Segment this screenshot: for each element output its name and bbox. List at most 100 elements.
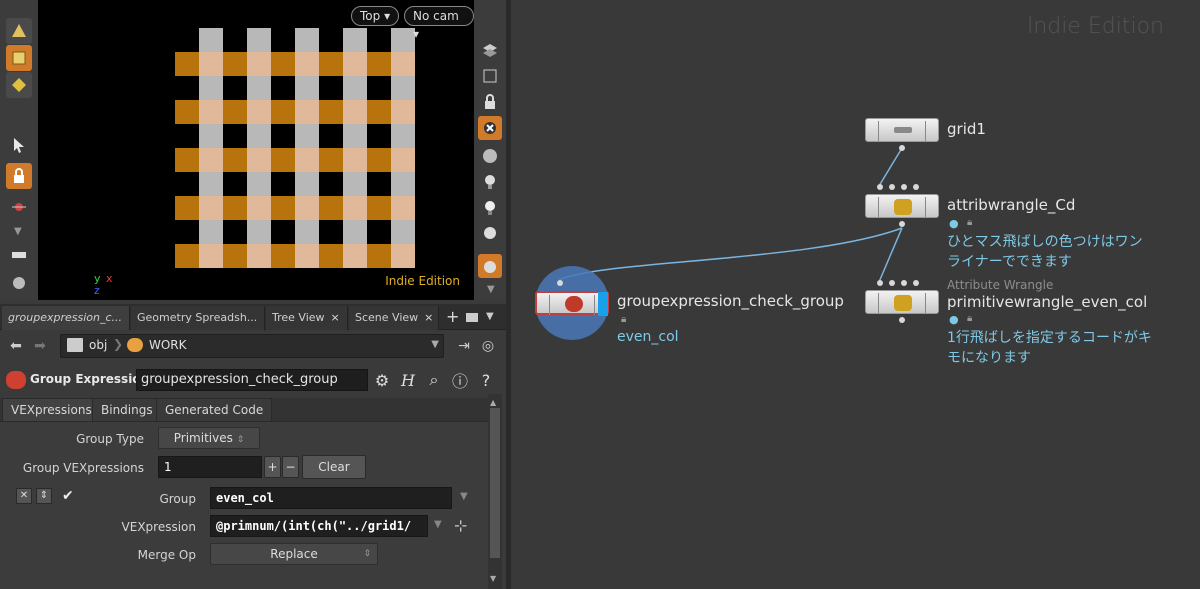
node-type-label: Group Expression (30, 372, 150, 386)
chevron-down-icon[interactable]: ▼ (486, 311, 494, 322)
skull-tool[interactable] (478, 222, 502, 246)
input-connector[interactable] (913, 184, 919, 190)
attribwrangle-node[interactable] (865, 194, 939, 218)
search-icon[interactable]: ⌕ (424, 370, 444, 390)
lock-icon: 🔒︎ (621, 314, 627, 325)
group-field[interactable]: even_col (210, 487, 452, 509)
close-icon[interactable]: × (263, 311, 264, 324)
tab-bindings[interactable]: Bindings (92, 398, 162, 422)
output-connector[interactable] (899, 317, 905, 323)
maximize-icon[interactable] (466, 313, 478, 322)
teapot-icon (484, 261, 496, 273)
scroll-up-icon[interactable]: ▲ (490, 398, 496, 407)
tab-geometry-spreadsheet[interactable]: Geometry Spreadsh... × (131, 306, 265, 330)
forward-arrow-icon[interactable]: ➡ (30, 337, 50, 355)
back-arrow-icon[interactable]: ⬅ (6, 337, 26, 355)
select-tool[interactable] (6, 132, 32, 158)
wireframe-tool[interactable] (478, 64, 502, 88)
add-tab-icon[interactable]: + (446, 307, 459, 326)
handle-tool[interactable] (6, 194, 32, 220)
render-tool[interactable] (478, 254, 502, 278)
tab-vexpressions[interactable]: VEXpressions (2, 398, 101, 422)
chevron-down-icon[interactable]: ▼ (434, 519, 442, 530)
groupexpression-node[interactable] (535, 291, 609, 316)
input-connector[interactable] (901, 280, 907, 286)
remove-entry-button[interactable]: − (282, 456, 299, 478)
input-connector[interactable] (877, 280, 883, 286)
headlight-tool[interactable] (478, 196, 502, 220)
expression-tools-icon[interactable]: ⊹ (454, 516, 467, 535)
grid1-node[interactable] (865, 118, 939, 142)
enable-checkbox[interactable]: ✔ (62, 488, 74, 504)
question-icon[interactable]: ? (476, 370, 496, 390)
grid-cell (319, 196, 343, 220)
vexpression-label: VEXpression (121, 520, 196, 534)
path-root[interactable]: obj (89, 338, 107, 352)
merge-op-menu[interactable]: Replace ⇕ (210, 543, 378, 565)
input-connector[interactable] (913, 280, 919, 286)
output-connector[interactable] (899, 145, 905, 151)
close-icon[interactable]: × (424, 311, 433, 324)
box-tool[interactable] (6, 45, 32, 71)
path-current[interactable]: WORK (149, 338, 187, 352)
info-icon[interactable]: ⓘ (450, 370, 470, 391)
lock-camera-tool[interactable] (478, 90, 502, 114)
pin-icon[interactable]: ⇥ (454, 337, 474, 355)
grid-cell (367, 100, 391, 124)
chevron-down-icon[interactable]: ▼ (431, 339, 439, 350)
group-type-menu[interactable]: Primitives ⇕ (158, 427, 260, 449)
view-menu[interactable]: Top ▾ (351, 6, 400, 26)
chevron-down-icon[interactable]: ▼ (14, 226, 22, 237)
close-icon[interactable]: × (331, 311, 340, 324)
input-connector[interactable] (889, 184, 895, 190)
link-icon[interactable]: ◎ (478, 337, 498, 355)
viewport-right-toolbar: ▼ (474, 0, 506, 300)
grid-cell (271, 28, 295, 52)
tab-generated-code[interactable]: Generated Code (156, 398, 273, 422)
input-connector[interactable] (877, 184, 883, 190)
scroll-down-icon[interactable]: ▼ (490, 574, 496, 583)
gear-icon[interactable]: ⚙ (372, 370, 392, 390)
delete-entry-icon[interactable]: ✕ (16, 488, 32, 504)
input-connector[interactable] (889, 280, 895, 286)
tab-scene-view[interactable]: Scene View × (349, 306, 439, 330)
scene-viewport[interactable]: Top ▾ No cam ▾ y x z Indie Edition (38, 0, 474, 300)
grid-cell (175, 148, 199, 172)
help-h-icon[interactable]: H (398, 370, 418, 390)
display-flag[interactable] (598, 292, 608, 316)
network-editor[interactable]: Indie Edition grid1 attribwrangle_Cd ● 🔒… (511, 0, 1200, 589)
input-connector[interactable] (557, 280, 563, 286)
grid-cell (247, 172, 271, 196)
comment-line-1: 1行飛ばしを指定するコードがキ (947, 330, 1152, 346)
camera-menu[interactable]: No cam ▾ (404, 6, 474, 41)
add-entry-button[interactable]: + (264, 456, 281, 478)
clear-button[interactable]: Clear (302, 455, 366, 479)
wire-grid-to-attrib (878, 147, 903, 187)
tab-groupexpression[interactable]: groupexpression_c... × (2, 306, 130, 330)
close-icon[interactable]: × (128, 311, 129, 324)
light-tool[interactable] (478, 170, 502, 194)
primitivewrangle-node[interactable] (865, 290, 939, 314)
brush-tool[interactable] (6, 242, 32, 268)
node-name-field[interactable]: groupexpression_check_group (136, 369, 368, 391)
shape-tool[interactable] (6, 18, 32, 44)
reorder-icon[interactable]: ⇕ (36, 488, 52, 504)
chevron-down-icon[interactable]: ▼ (460, 491, 468, 502)
scroll-thumb[interactable] (490, 408, 500, 558)
grid-cell (367, 148, 391, 172)
display-options-tool[interactable] (478, 38, 502, 62)
chevron-down-icon[interactable]: ▼ (487, 284, 495, 295)
ghost-tool[interactable] (478, 116, 502, 140)
path-field[interactable]: obj ❯ WORK ▼ (60, 334, 444, 358)
display-tool[interactable] (6, 270, 32, 296)
parameter-scrollbar[interactable]: ▲ ▼ (488, 394, 502, 589)
grid-cell (391, 148, 415, 172)
input-connector[interactable] (901, 184, 907, 190)
diamond-tool[interactable] (6, 72, 32, 98)
output-connector[interactable] (899, 221, 905, 227)
lock-tool[interactable] (6, 163, 32, 189)
shading-tool[interactable] (478, 144, 502, 168)
group-vexpressions-count[interactable]: 1 (158, 456, 262, 478)
tab-tree-view[interactable]: Tree View × (266, 306, 348, 330)
vexpression-field[interactable]: @primnum/(int(ch("../grid1/ (210, 515, 428, 537)
